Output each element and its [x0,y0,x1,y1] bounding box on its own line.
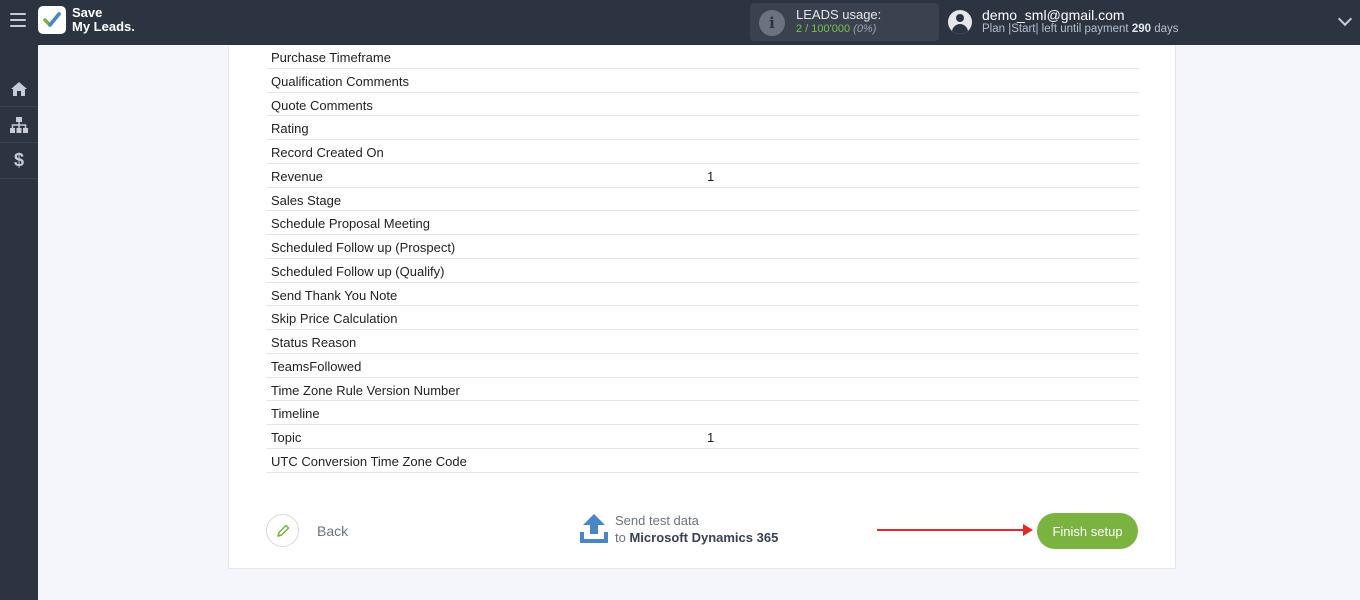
table-row: TeamsFollowed [266,354,1139,378]
table-row: Schedule Proposal Meeting [266,211,1139,235]
sidebar-item-home[interactable] [0,71,38,107]
table-row: Record Created On [266,140,1139,164]
field-label: Qualification Comments [271,73,409,89]
table-row: UTC Conversion Time Zone Code [266,449,1139,473]
dollar-icon: $ [13,150,24,170]
field-value: 1 [707,430,715,445]
field-label: Record Created On [271,145,384,160]
table-row: Time Zone Rule Version Number [266,378,1139,402]
field-label: UTC Conversion Time Zone Code [271,453,467,469]
menu-icon[interactable] [10,13,26,29]
send-test-line2: to Microsoft Dynamics 365 [615,529,778,546]
chevron-down-icon[interactable] [1337,11,1353,27]
field-label: Send Thank You Note [271,287,398,303]
logo-line-2: My Leads. [72,19,135,34]
field-list-panel: Purchase Timeframe Qualification Comments… [228,45,1176,569]
pencil-icon [266,514,299,547]
plan-days: 290 [1131,23,1151,35]
plan-suffix: days [1151,23,1179,35]
send-test-line1: Send test data [615,513,699,528]
back-label: Back [317,522,349,539]
field-label: Scheduled Follow up (Prospect) [271,240,456,255]
send-to: to [615,530,630,545]
table-row: Scheduled Follow up (Prospect) [266,235,1139,259]
sidebar-item-billing[interactable]: $ [0,143,38,179]
table-row: Skip Price Calculation [266,306,1139,330]
table-row: Qualification Comments [266,69,1139,93]
field-label: Timeline [271,406,320,422]
field-table: Purchase Timeframe Qualification Comments… [266,45,1139,473]
send-test-data-button[interactable]: Send test data to Microsoft Dynamics 365 [579,512,778,546]
logo-check-icon [38,6,66,34]
usage-value: 2 / 100'000 (0%) [796,23,876,35]
sidebar: $ [0,45,38,600]
table-row: Quote Comments [266,93,1139,117]
field-label: Purchase Timeframe [271,50,391,65]
field-label: Rating [271,121,309,137]
field-label: Status Reason [271,335,357,350]
field-value: 1 [707,168,715,184]
finish-setup-button[interactable]: Finish setup [1037,513,1138,549]
send-target: Microsoft Dynamics 365 [629,530,779,545]
field-label: Revenue [271,168,324,184]
user-avatar-icon[interactable] [948,10,972,34]
sitemap-icon [10,116,28,133]
field-label: Sales Stage [271,192,342,208]
table-row: Timeline [266,401,1139,425]
field-label: Time Zone Rule Version Number [271,382,460,398]
table-row: Rating [266,116,1139,140]
back-button[interactable]: Back [266,514,348,547]
top-bar: Save My Leads. i LEADS usage: 2 / 100'00… [0,0,1360,45]
field-label: Quote Comments [271,97,373,113]
red-arrow-annotation [877,524,1033,536]
field-label: Schedule Proposal Meeting [271,216,430,232]
plan-prefix: Plan |Start| left until payment [982,23,1132,35]
table-row: Sales Stage [266,188,1139,212]
usage-title: LEADS usage: [796,7,882,22]
home-icon [11,81,27,96]
upload-icon [580,514,608,543]
usage-count: 2 / 100'000 [796,23,851,35]
logo[interactable]: Save My Leads. [38,6,135,34]
leads-usage-widget: i LEADS usage: 2 / 100'000 (0%) [750,3,939,41]
table-row: Send Thank You Note [266,283,1139,307]
field-label: TeamsFollowed [271,358,362,374]
table-row: Status Reason [266,330,1139,354]
usage-percent: (0%) [853,23,877,35]
table-row: Topic 1 [266,425,1139,449]
table-row: Revenue 1 [266,164,1139,188]
field-label: Skip Price Calculation [271,311,398,327]
logo-line-1: Save [72,5,103,20]
table-row: Scheduled Follow up (Qualify) [266,259,1139,283]
field-label: Topic [271,430,302,445]
user-email[interactable]: demo_sml@gmail.com [982,7,1125,23]
field-label: Scheduled Follow up (Qualify) [271,263,445,279]
user-plan: Plan |Start| left until payment 290 days [982,23,1179,35]
sidebar-item-connections[interactable] [0,107,38,143]
info-icon[interactable]: i [759,10,785,36]
table-row: Purchase Timeframe [266,45,1139,69]
